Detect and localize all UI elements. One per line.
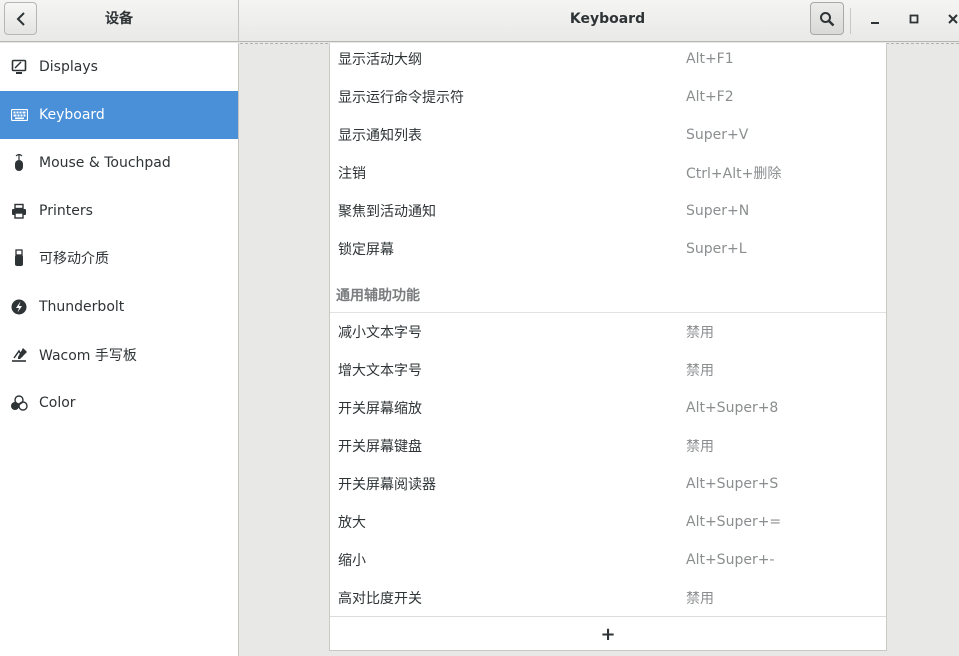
shortcut-row[interactable]: 增大文本字号 禁用 xyxy=(330,351,886,389)
sidebar-item-label: Keyboard xyxy=(39,107,105,123)
shortcut-row[interactable]: 注销 Ctrl+Alt+删除 xyxy=(330,154,886,192)
shortcut-row[interactable]: 减小文本字号 禁用 xyxy=(330,313,886,351)
shortcut-row[interactable]: 放大 Alt+Super+= xyxy=(330,503,886,541)
shortcut-name: 锁定屏幕 xyxy=(338,242,394,258)
shortcut-name: 聚焦到活动通知 xyxy=(338,204,436,220)
shortcut-accel: Super+N xyxy=(686,203,750,219)
shortcut-accel: Alt+Super+S xyxy=(686,476,779,492)
shortcut-name: 开关屏幕键盘 xyxy=(338,439,422,455)
sidebar-item-label: Color xyxy=(39,395,76,411)
shortcut-list: 显示活动大纲 Alt+F1 显示运行命令提示符 Alt+F2 显示通知列表 Su… xyxy=(329,43,887,651)
shortcut-accel: Alt+Super+- xyxy=(686,552,775,568)
sidebar-item-thunderbolt[interactable]: Thunderbolt xyxy=(0,283,238,331)
shortcut-accel: 禁用 xyxy=(686,439,714,455)
shortcut-accel: Alt+F1 xyxy=(686,51,734,67)
sidebar-item-label: Thunderbolt xyxy=(39,299,125,315)
sidebar-item-label: Printers xyxy=(39,203,93,219)
shortcut-row[interactable]: 高对比度开关 禁用 xyxy=(330,579,886,617)
close-button[interactable] xyxy=(942,8,959,30)
sidebar-item-printers[interactable]: Printers xyxy=(0,187,238,235)
shortcut-row[interactable]: 开关屏幕缩放 Alt+Super+8 xyxy=(330,389,886,427)
shortcut-accel: 禁用 xyxy=(686,591,714,607)
sidebar-item-keyboard[interactable]: Keyboard xyxy=(0,91,238,139)
shortcut-name: 增大文本字号 xyxy=(338,363,422,379)
sidebar: Displays Keyboard Mouse & Touchpad Print… xyxy=(0,43,239,656)
sidebar-item-displays[interactable]: Displays xyxy=(0,43,238,91)
header-bar: 设备 Keyboard xyxy=(0,0,959,42)
display-icon xyxy=(9,57,29,77)
tablet-icon xyxy=(9,345,29,365)
shortcut-name: 注销 xyxy=(338,166,366,182)
shortcut-accel: Alt+F2 xyxy=(686,89,734,105)
close-icon xyxy=(948,14,958,24)
sidebar-item-color[interactable]: Color xyxy=(0,379,238,427)
shortcut-name: 开关屏幕阅读器 xyxy=(338,477,436,493)
shortcut-row[interactable]: 显示运行命令提示符 Alt+F2 xyxy=(330,78,886,116)
maximize-button[interactable] xyxy=(903,8,925,30)
header-separator xyxy=(850,8,851,34)
shortcut-row[interactable]: 开关屏幕键盘 禁用 xyxy=(330,427,886,465)
color-icon xyxy=(9,393,29,413)
shortcut-row[interactable]: 聚焦到活动通知 Super+N xyxy=(330,192,886,230)
shortcut-accel: Super+L xyxy=(686,241,747,257)
shortcut-row[interactable]: 缩小 Alt+Super+- xyxy=(330,541,886,579)
search-icon xyxy=(820,11,835,26)
sidebar-item-mouse-touchpad[interactable]: Mouse & Touchpad xyxy=(0,139,238,187)
printer-icon xyxy=(9,201,29,221)
minimize-icon xyxy=(871,22,879,24)
sidebar-item-label: Mouse & Touchpad xyxy=(39,155,171,171)
shortcut-name: 高对比度开关 xyxy=(338,591,422,607)
keyboard-icon xyxy=(9,105,29,125)
shortcut-name: 显示运行命令提示符 xyxy=(338,90,464,106)
shortcut-row[interactable]: 显示活动大纲 Alt+F1 xyxy=(330,40,886,78)
shortcut-accel: 禁用 xyxy=(686,363,714,379)
shortcut-name: 显示活动大纲 xyxy=(338,52,422,68)
add-shortcut-button[interactable]: + xyxy=(330,617,886,651)
shortcut-row[interactable]: 锁定屏幕 Super+L xyxy=(330,230,886,268)
sidebar-item-label: Wacom 手写板 xyxy=(39,348,137,364)
sidebar-item-removable-media[interactable]: 可移动介质 xyxy=(0,234,238,282)
maximize-icon xyxy=(909,14,919,24)
shortcut-row[interactable]: 显示通知列表 Super+V xyxy=(330,116,886,154)
sidebar-item-label: Displays xyxy=(39,59,98,75)
shortcut-name: 放大 xyxy=(338,515,366,531)
main-content: 显示活动大纲 Alt+F1 显示运行命令提示符 Alt+F2 显示通知列表 Su… xyxy=(240,43,959,656)
sidebar-title: 设备 xyxy=(105,11,133,27)
shortcut-name: 缩小 xyxy=(338,553,366,569)
search-button[interactable] xyxy=(810,2,844,35)
thunderbolt-icon xyxy=(9,297,29,317)
mouse-icon xyxy=(9,153,29,173)
shortcut-accel: 禁用 xyxy=(686,325,714,341)
shortcut-name: 显示通知列表 xyxy=(338,128,422,144)
shortcut-accel: Ctrl+Alt+删除 xyxy=(686,166,782,182)
sidebar-item-label: 可移动介质 xyxy=(39,251,109,267)
shortcut-name: 减小文本字号 xyxy=(338,325,422,341)
section-title: 通用辅助功能 xyxy=(336,288,420,304)
sidebar-item-wacom[interactable]: Wacom 手写板 xyxy=(0,331,238,379)
shortcut-accel: Super+V xyxy=(686,127,749,143)
shortcut-name: 开关屏幕缩放 xyxy=(338,401,422,417)
shortcut-accel: Alt+Super+= xyxy=(686,514,782,530)
usb-drive-icon xyxy=(9,248,29,268)
minimize-button[interactable] xyxy=(864,8,886,30)
shortcut-row[interactable]: 开关屏幕阅读器 Alt+Super+S xyxy=(330,465,886,503)
sidebar-header: 设备 xyxy=(0,0,239,42)
page-title: Keyboard xyxy=(569,11,646,27)
shortcut-accel: Alt+Super+8 xyxy=(686,400,779,416)
